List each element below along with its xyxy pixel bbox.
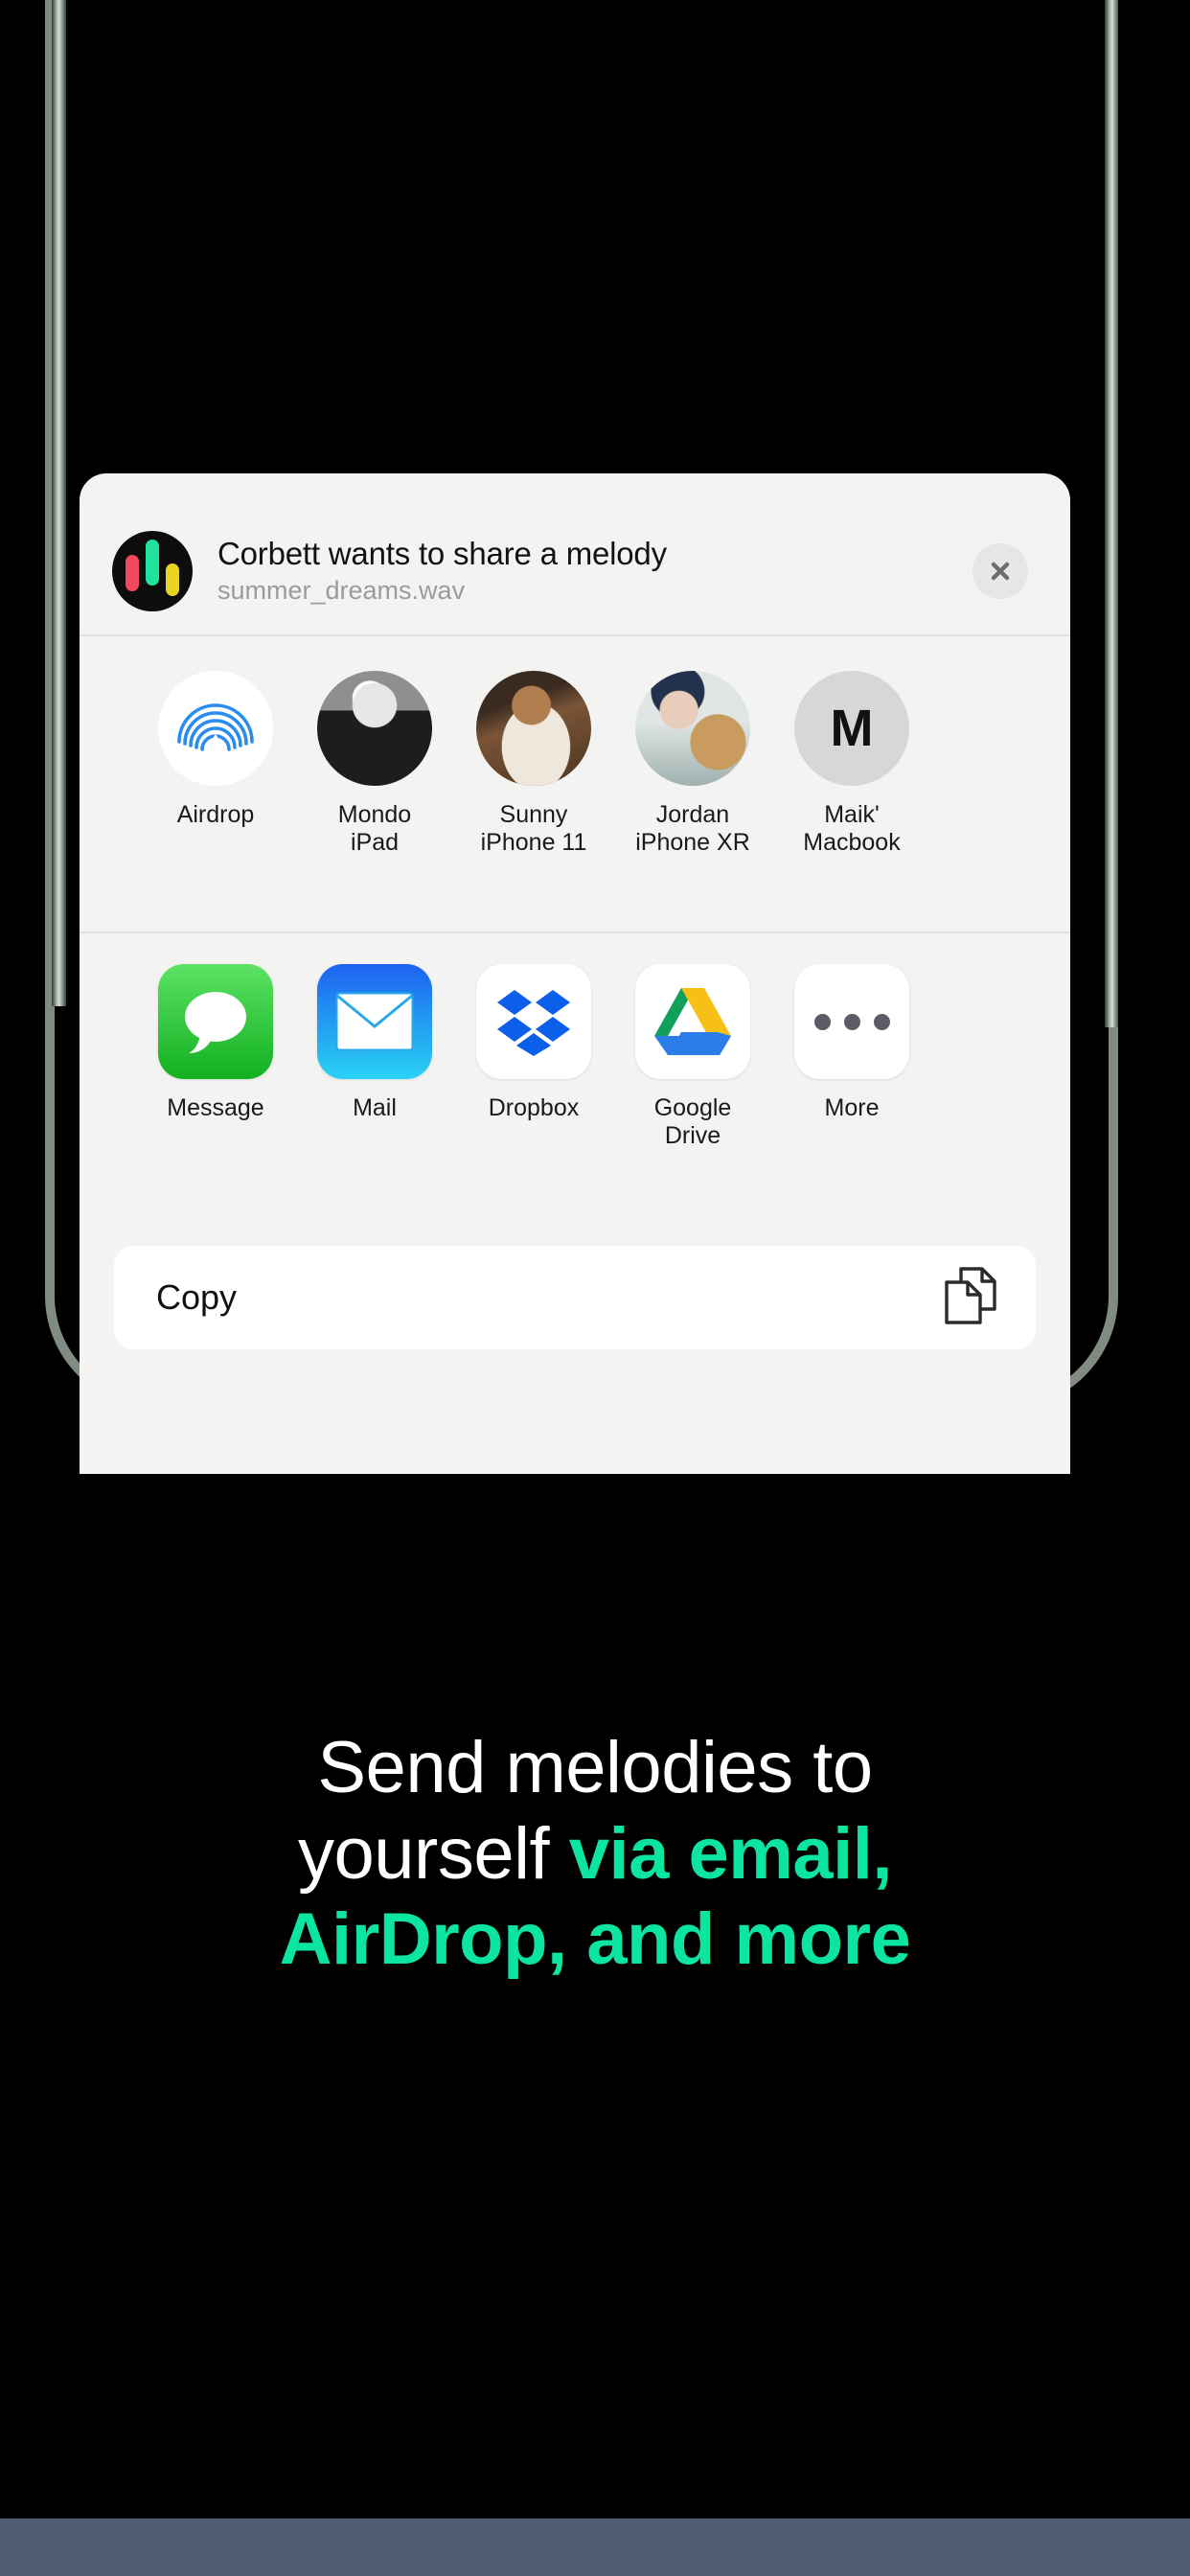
contact-jordan[interactable]: Jordan iPhone XR xyxy=(613,671,772,932)
equalizer-bar-red xyxy=(126,555,139,591)
phone-left-rail xyxy=(52,0,66,1006)
contact-device: iPhone 11 xyxy=(480,829,587,856)
contact-label: Sunny iPhone 11 xyxy=(454,801,613,857)
contact-avatar xyxy=(317,671,432,786)
contact-device: iPhone XR xyxy=(635,829,750,856)
contact-name: Jordan xyxy=(655,801,730,828)
contact-name: Sunny xyxy=(499,801,568,828)
app-name-line2: Drive xyxy=(664,1122,721,1149)
avatar-photo xyxy=(317,671,432,786)
app-label: Mail xyxy=(295,1094,454,1122)
share-filename: summer_dreams.wav xyxy=(217,576,466,606)
mail-icon xyxy=(317,964,432,1079)
app-name: More xyxy=(824,1094,880,1121)
ellipsis-dots xyxy=(813,1013,890,1030)
copy-pages-icon xyxy=(944,1266,997,1330)
copy-row-wrapper: Copy xyxy=(80,1221,1070,1349)
melody-equalizer-icon xyxy=(112,531,193,611)
monogram-initial: M xyxy=(830,700,874,757)
app-label: More xyxy=(772,1094,931,1122)
copy-label: Copy xyxy=(156,1277,238,1317)
google-drive-icon xyxy=(635,964,750,1079)
contact-mondo[interactable]: Mondo iPad xyxy=(295,671,454,932)
airdrop-icon xyxy=(158,671,273,786)
headline-line-2-accent: via email, xyxy=(568,1812,893,1895)
contact-label: Mondo iPad xyxy=(295,801,454,857)
more-dots-icon xyxy=(794,964,909,1079)
contact-device: iPad xyxy=(350,829,400,856)
avatar-photo xyxy=(635,671,750,786)
app-mail[interactable]: Mail xyxy=(295,964,454,1221)
equalizer-bar-yellow xyxy=(166,564,179,596)
app-name: Message xyxy=(167,1094,264,1121)
app-more[interactable]: More xyxy=(772,964,931,1221)
contact-device: Macbook xyxy=(803,829,901,856)
airdrop-contacts-row[interactable]: Airdrop Mondo iPad Sunny iPhone 11 Jorda… xyxy=(80,636,1070,932)
app-dropbox[interactable]: Dropbox xyxy=(454,964,613,1221)
messages-icon xyxy=(158,964,273,1079)
contact-airdrop[interactable]: Airdrop xyxy=(136,671,295,932)
dropbox-icon xyxy=(476,964,591,1079)
share-sheet-header: Corbett wants to share a melody summer_d… xyxy=(80,473,1070,634)
share-sheet-header-text: Corbett wants to share a melody summer_d… xyxy=(217,536,973,606)
contact-maik[interactable]: M Maik' Macbook xyxy=(772,671,931,932)
headline-line-3: AirDrop, and more xyxy=(279,1898,911,1981)
app-name: Dropbox xyxy=(488,1094,580,1121)
phone-right-rail xyxy=(1105,0,1118,1027)
headline-line-2-plain: yourself xyxy=(298,1812,569,1895)
close-icon xyxy=(986,557,1015,586)
screenshot-root: Corbett wants to share a melody summer_d… xyxy=(0,0,1190,2576)
headline-line-1: Send melodies to xyxy=(317,1727,873,1808)
contact-label: Maik' Macbook xyxy=(772,801,931,857)
bottom-band xyxy=(0,2518,1190,2576)
app-label: Google Drive xyxy=(613,1094,772,1150)
contact-label: Airdrop xyxy=(136,801,295,829)
share-title: Corbett wants to share a melody xyxy=(217,536,667,572)
contact-name: Airdrop xyxy=(176,801,255,828)
contact-name: Maik' xyxy=(824,801,880,828)
close-button[interactable] xyxy=(973,543,1028,599)
contact-sunny[interactable]: Sunny iPhone 11 xyxy=(454,671,613,932)
app-label: Dropbox xyxy=(454,1094,613,1122)
share-sheet: Corbett wants to share a melody summer_d… xyxy=(80,473,1070,1474)
app-message[interactable]: Message xyxy=(136,964,295,1221)
app-google-drive[interactable]: Google Drive xyxy=(613,964,772,1221)
app-label: Message xyxy=(136,1094,295,1122)
contact-avatar xyxy=(635,671,750,786)
equalizer-bar-green xyxy=(146,540,159,586)
headline-line-2: yourself via email, xyxy=(0,1811,1190,1898)
headline: Send melodies to yourself via email, Air… xyxy=(0,1725,1190,1983)
contact-avatar xyxy=(476,671,591,786)
avatar-photo xyxy=(476,671,591,786)
copy-action-row[interactable]: Copy xyxy=(114,1246,1036,1349)
app-name: Google xyxy=(653,1094,732,1121)
app-name: Mail xyxy=(353,1094,397,1121)
contact-monogram-avatar: M xyxy=(794,671,909,786)
share-apps-row[interactable]: Message Mail Dropbox Google Drive More xyxy=(80,933,1070,1221)
contact-name: Mondo xyxy=(337,801,412,828)
contact-label: Jordan iPhone XR xyxy=(613,801,772,857)
